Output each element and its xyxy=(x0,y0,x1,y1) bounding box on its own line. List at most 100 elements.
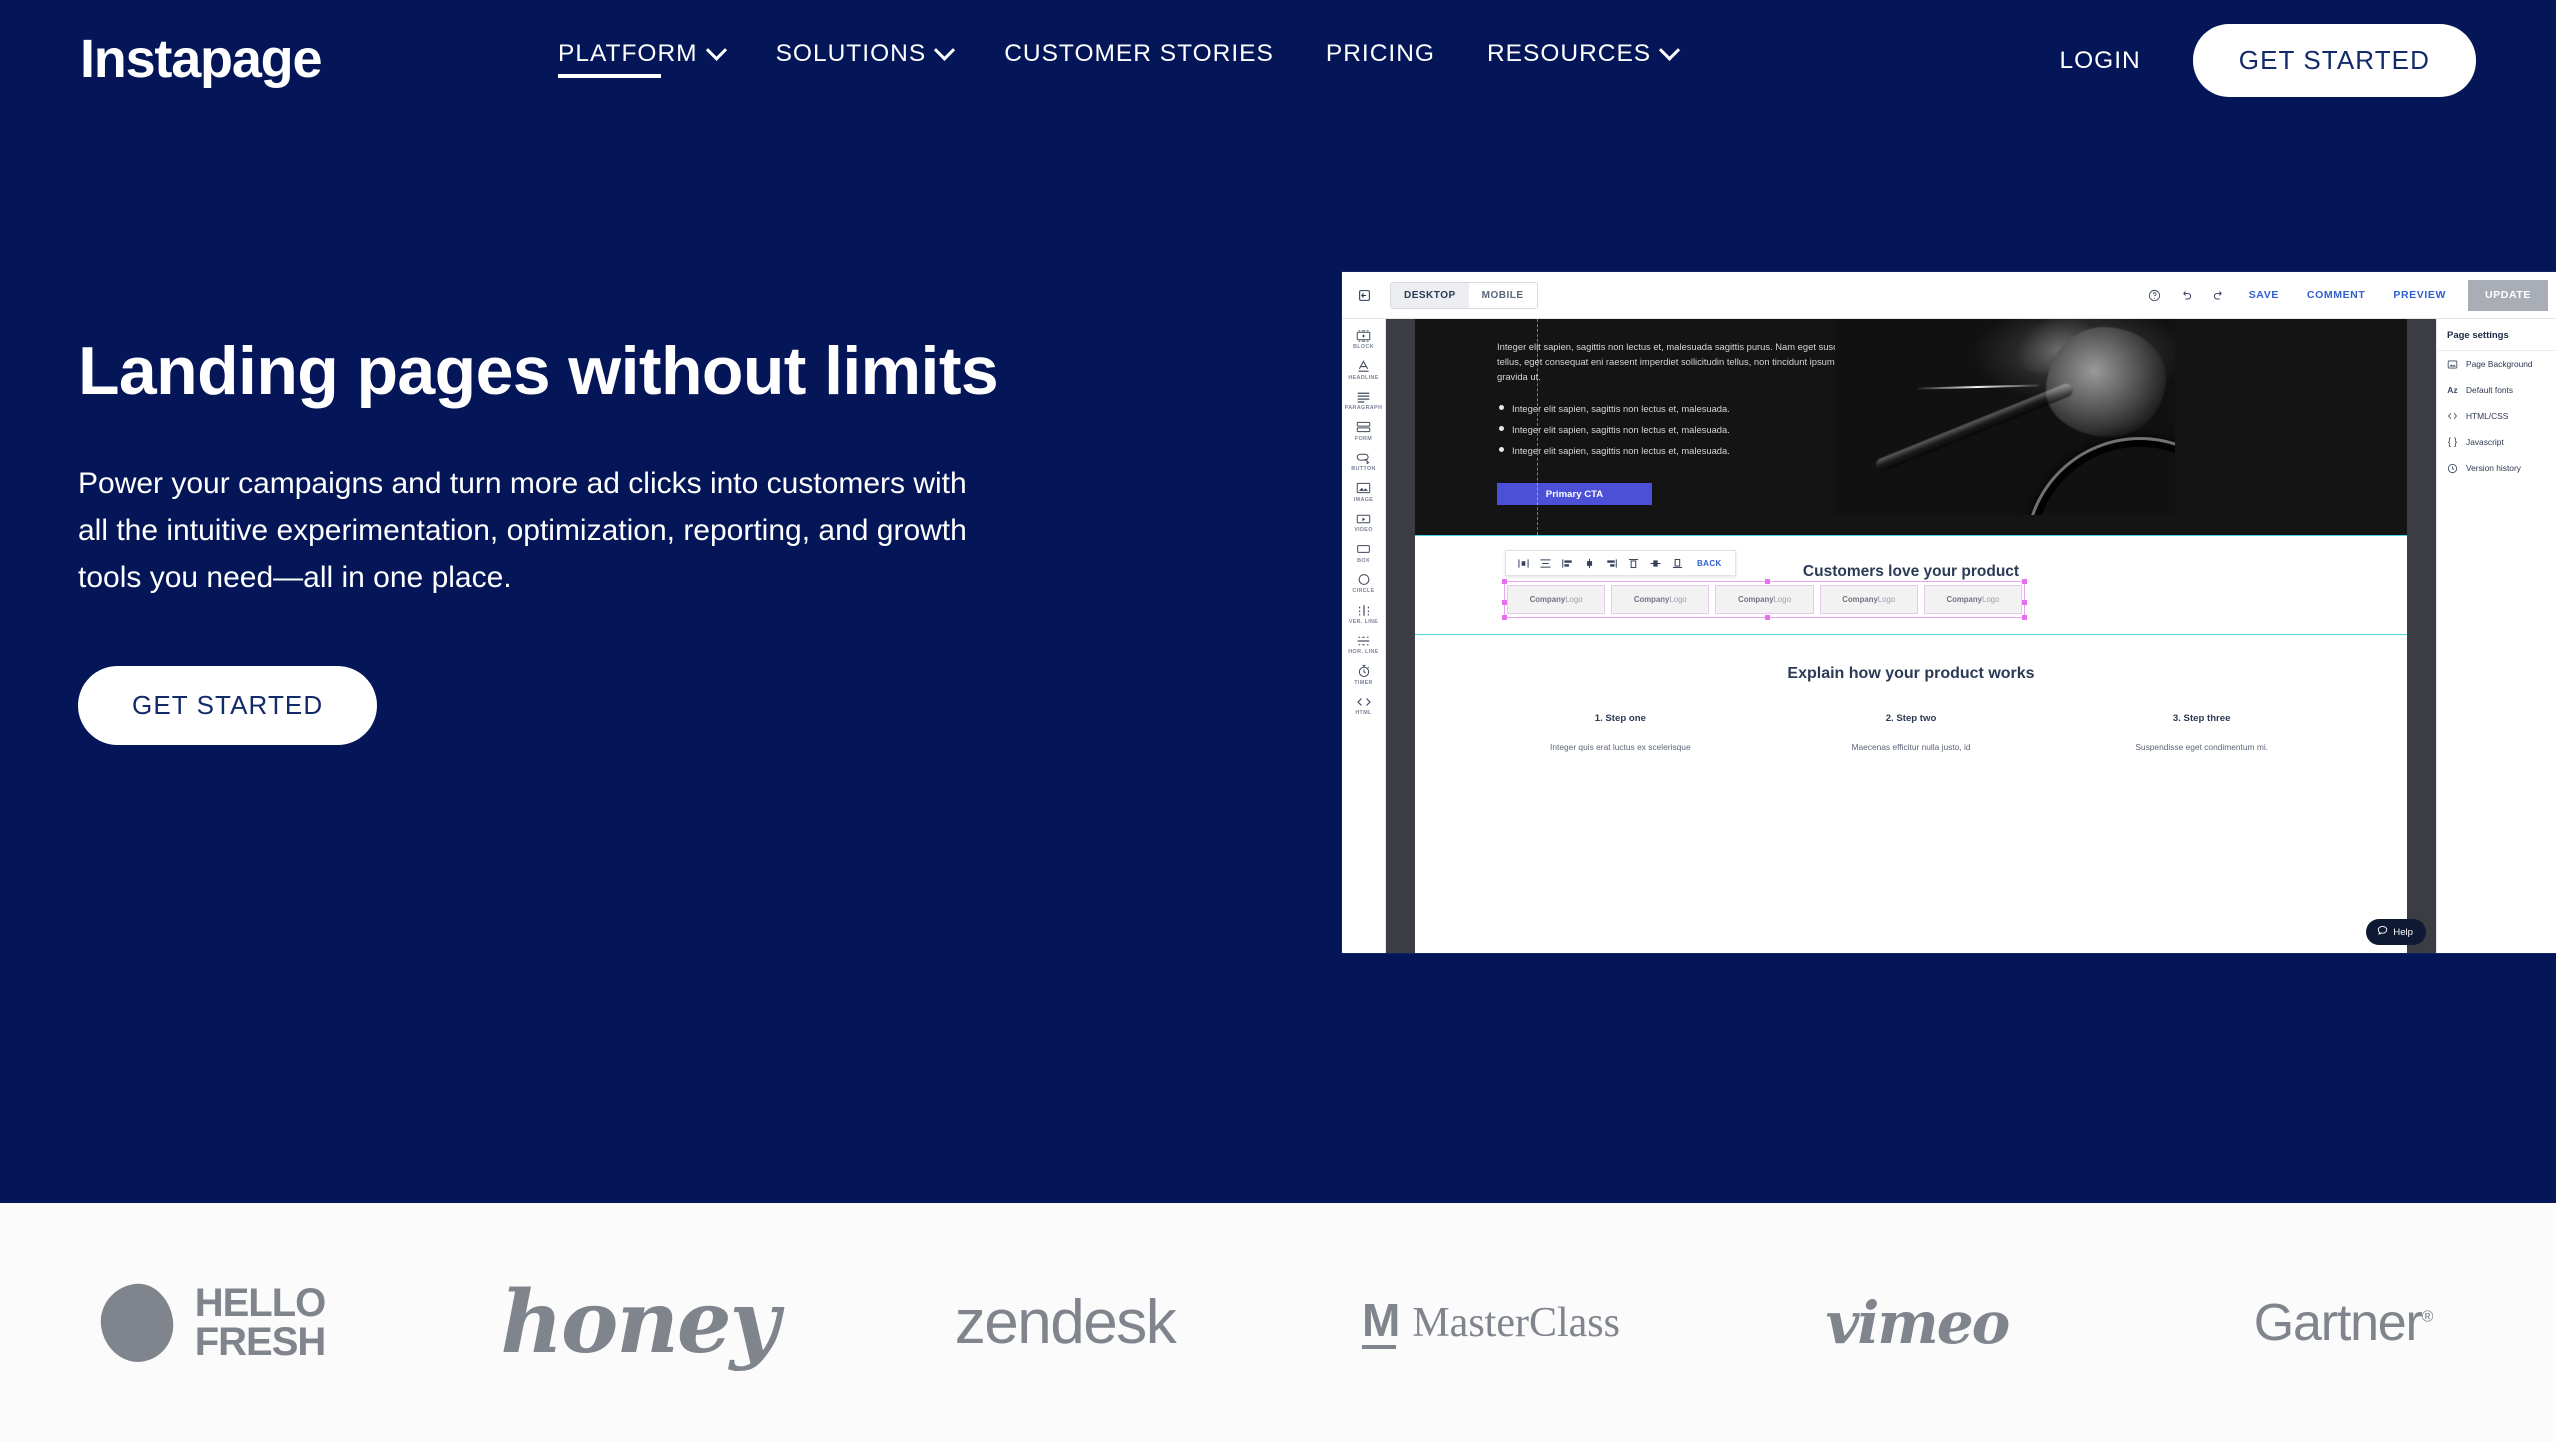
panel-item-javascript[interactable]: { } Javascript xyxy=(2437,429,2556,455)
nav-item-customer-stories[interactable]: CUSTOMER STORIES xyxy=(1004,40,1274,90)
panel-item-label: Javascript xyxy=(2466,437,2504,447)
resize-handle[interactable] xyxy=(2022,599,2027,605)
undo-arrow-icon[interactable] xyxy=(2171,272,2203,318)
resize-handle[interactable] xyxy=(1764,579,1770,584)
panel-item-default-fonts[interactable]: Az Default fonts xyxy=(2437,377,2556,403)
resize-handle[interactable] xyxy=(2022,615,2027,620)
editor-save-button[interactable]: SAVE xyxy=(2235,289,2293,301)
canvas-company-logo[interactable]: Company Logo xyxy=(1715,585,1814,614)
editor-preview-button[interactable]: PREVIEW xyxy=(2379,289,2460,301)
align-middle-icon[interactable] xyxy=(1644,551,1666,575)
rail-item-label: BOX xyxy=(1357,557,1370,564)
resize-handle[interactable] xyxy=(1502,615,1507,620)
device-desktop-option[interactable]: DESKTOP xyxy=(1391,282,1469,308)
rail-item-block[interactable]: BLOCK xyxy=(1342,328,1385,350)
hellofresh-line2: FRESH xyxy=(194,1319,327,1364)
image-frame-icon xyxy=(2447,359,2458,370)
resize-handle[interactable] xyxy=(1764,615,1770,620)
rail-item-paragraph[interactable]: PARAGRAPH xyxy=(1342,389,1385,411)
canvas-selected-section[interactable]: Customers love your product BACK Company… xyxy=(1415,535,2407,635)
align-left-icon[interactable] xyxy=(1556,551,1578,575)
instapage-logo[interactable]: Instapage xyxy=(80,32,322,86)
rail-item-timer[interactable]: TIMER xyxy=(1342,664,1385,686)
rail-item-html[interactable]: HTML xyxy=(1342,694,1385,716)
canvas-primary-cta-button[interactable]: Primary CTA xyxy=(1497,483,1652,505)
align-center-icon[interactable] xyxy=(1578,551,1600,575)
hero-subtitle: Power your campaigns and turn more ad cl… xyxy=(78,467,967,595)
resize-handle[interactable] xyxy=(2022,579,2027,584)
hellofresh-lemon-icon xyxy=(95,1278,178,1367)
rail-item-label: VER. LINE xyxy=(1348,618,1379,625)
nav-item-resources[interactable]: RESOURCES xyxy=(1486,39,1681,90)
panel-item-version-history[interactable]: Version history xyxy=(2437,455,2556,481)
step-description: Integer quis erat luctus ex scelerisque xyxy=(1550,742,1691,752)
question-circle-icon[interactable] xyxy=(2139,272,2171,318)
login-link[interactable]: LOGIN xyxy=(2060,47,2141,75)
get-started-nav-button[interactable]: GET STARTED xyxy=(2192,24,2476,97)
honey-wordmark: honey xyxy=(500,1271,779,1373)
nav-item-solutions[interactable]: SOLUTIONS xyxy=(776,39,956,90)
canvas-logo-row: Company Logo Company Logo Company Logo Comp… xyxy=(1507,585,2023,614)
get-started-hero-button[interactable]: GET STARTED xyxy=(78,665,378,745)
rail-item-label: HTML xyxy=(1355,710,1372,716)
logo-light: Logo xyxy=(1669,595,1687,604)
video-play-icon xyxy=(1355,511,1373,526)
align-top-icon[interactable] xyxy=(1622,551,1644,575)
rail-item-box[interactable]: BOX xyxy=(1342,542,1385,564)
canvas-guide-line xyxy=(1537,319,1538,535)
canvas-dark-block[interactable]: Integer elit sapien, sagittis non lectus… xyxy=(1415,319,2407,535)
canvas-steps-row: 1. Step one Integer quis erat luctus ex … xyxy=(1475,713,2347,752)
step-title: 2. Step two xyxy=(1885,713,1937,724)
rail-item-vertical-line[interactable]: VER. LINE xyxy=(1342,603,1385,625)
rail-item-label: HEADLINE xyxy=(1348,374,1379,381)
rail-item-label: FORM xyxy=(1354,435,1373,442)
photo-hand xyxy=(2045,326,2166,437)
canvas-company-logo[interactable]: Company Logo xyxy=(1923,585,2023,614)
resize-handle[interactable] xyxy=(1502,579,1507,584)
gartner-wordmark: Gartner xyxy=(2253,1293,2423,1352)
panel-item-page-background[interactable]: Page Background xyxy=(2437,351,2556,377)
device-toggle[interactable]: DESKTOP MOBILE xyxy=(1390,281,1538,309)
rail-item-headline[interactable]: HEADLINE xyxy=(1342,359,1385,381)
device-mobile-option[interactable]: MOBILE xyxy=(1468,282,1537,308)
rail-item-horizontal-line[interactable]: HOR. LINE xyxy=(1342,633,1385,655)
rail-item-button[interactable]: BUTTON xyxy=(1342,450,1385,472)
align-bottom-icon[interactable] xyxy=(1666,551,1688,575)
rail-item-image[interactable]: IMAGE xyxy=(1342,481,1385,503)
box-rectangle-icon xyxy=(1355,542,1373,557)
rail-item-form[interactable]: FORM xyxy=(1342,420,1385,442)
circle-icon xyxy=(1355,572,1373,587)
masterclass-mark-icon: M xyxy=(1362,1297,1400,1349)
alignment-toolbar[interactable]: BACK xyxy=(1505,550,1736,576)
nav-item-pricing[interactable]: PRICING xyxy=(1326,40,1435,90)
collapse-panel-icon[interactable] xyxy=(1342,289,1386,302)
logo-honey: honey xyxy=(426,1271,852,1373)
align-horizontal-center-icon[interactable] xyxy=(1512,551,1534,575)
redo-arrow-icon[interactable] xyxy=(2203,272,2235,318)
nav-item-label: RESOURCES xyxy=(1486,40,1652,67)
rail-item-video[interactable]: VIDEO xyxy=(1342,511,1385,533)
canvas-hero-photo[interactable] xyxy=(1835,319,2175,515)
canvas-step: 1. Step one Integer quis erat luctus ex … xyxy=(1475,713,1766,752)
canvas-company-logo[interactable]: Company Logo xyxy=(1611,585,1710,614)
canvas-lower-heading: Explain how your product works xyxy=(1787,665,2035,682)
editor-update-button[interactable]: UPDATE xyxy=(2468,279,2548,311)
rail-item-circle[interactable]: CIRCLE xyxy=(1342,572,1385,594)
help-label: Help xyxy=(2393,926,2413,938)
canvas-lower-section[interactable]: Explain how your product works 1. Step o… xyxy=(1415,635,2407,953)
editor-canvas[interactable]: Integer elit sapien, sagittis non lectus… xyxy=(1386,319,2436,953)
help-button[interactable]: Help xyxy=(2366,919,2426,945)
panel-item-label: Default fonts xyxy=(2466,385,2514,395)
align-right-icon[interactable] xyxy=(1600,551,1622,575)
panel-item-html-css[interactable]: HTML/CSS xyxy=(2437,403,2556,429)
panel-title: Page settings xyxy=(2437,319,2556,351)
align-vertical-center-icon[interactable] xyxy=(1534,551,1556,575)
alignment-back-button[interactable]: BACK xyxy=(1688,559,1729,568)
canvas-company-logo[interactable]: Company Logo xyxy=(1507,585,1606,614)
page-title: Landing pages without limits xyxy=(78,333,999,409)
step-description: Maecenas efficitur nulla justo, id xyxy=(1851,742,1971,752)
form-icon xyxy=(1355,420,1373,435)
editor-comment-button[interactable]: COMMENT xyxy=(2293,289,2379,301)
nav-item-platform[interactable]: PLATFORM xyxy=(558,39,727,90)
canvas-company-logo[interactable]: Company Logo xyxy=(1819,585,1918,614)
